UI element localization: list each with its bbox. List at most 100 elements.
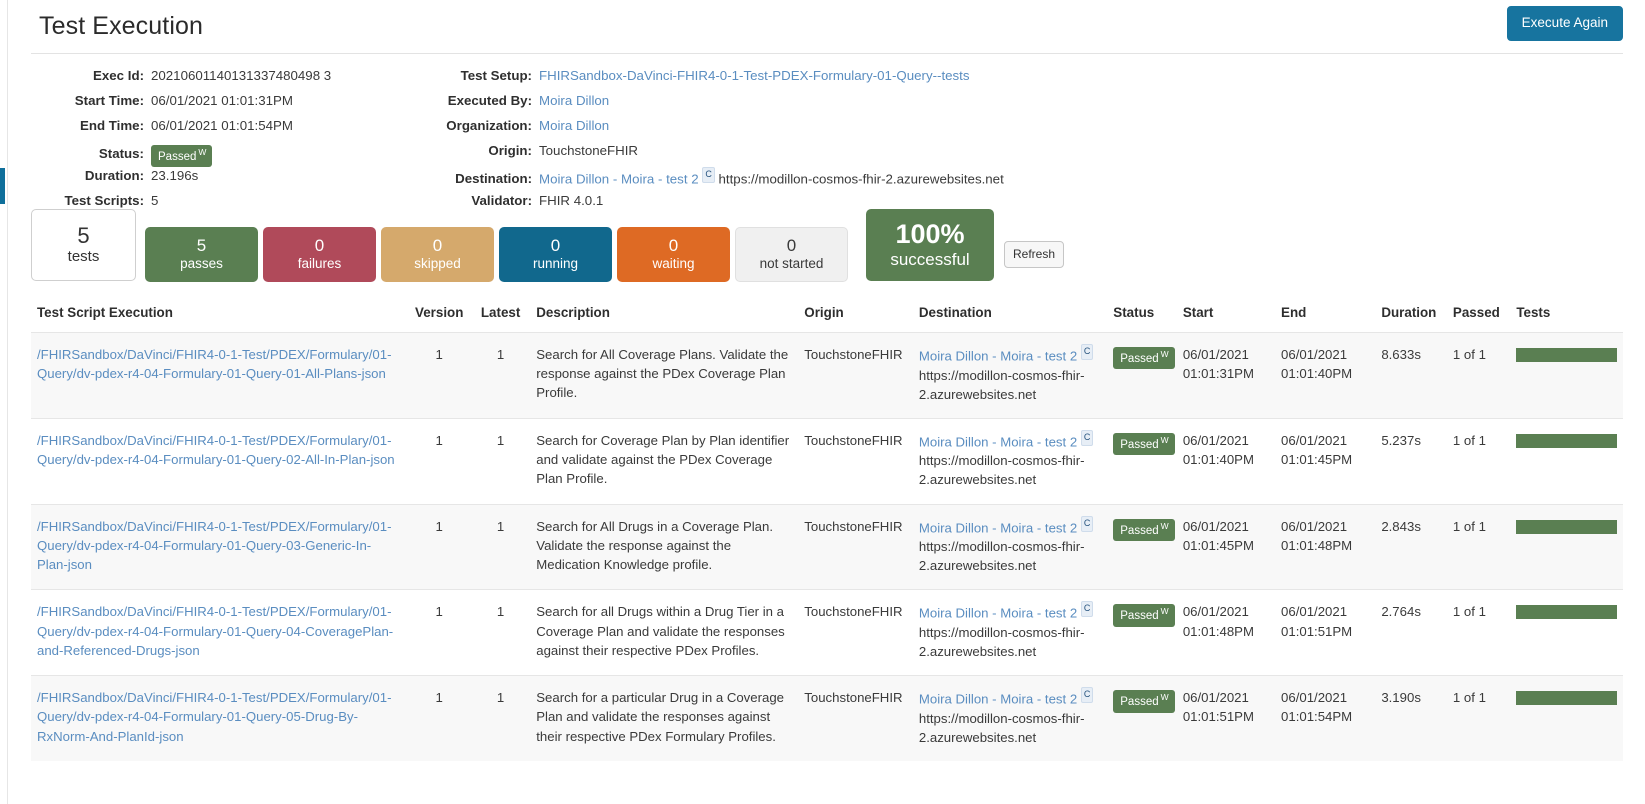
status-badge-superscript: W: [1160, 434, 1169, 445]
detail-value: TouchstoneFHIR: [539, 143, 639, 158]
passed-cell: 1 of 1: [1446, 675, 1511, 762]
stat-box-failures[interactable]: 0 failures: [263, 227, 376, 282]
script-path-link[interactable]: /FHIRSandbox/DaVinci/FHIR4-0-1-Test/PDEX…: [37, 347, 391, 381]
status-badge[interactable]: Passed W: [1113, 347, 1175, 370]
end-time: 01:01:48PM: [1281, 537, 1353, 553]
detail-label: Status:: [98, 145, 144, 161]
detail-link[interactable]: Moira Dillon: [539, 93, 609, 108]
start-date: 06/01/2021: [1182, 518, 1249, 534]
start-time: 01:01:40PM: [1182, 451, 1254, 467]
conformance-chip-icon[interactable]: C: [1080, 687, 1094, 704]
detail-link[interactable]: Moira Dillon: [539, 118, 609, 133]
detail-label: Exec Id:: [93, 68, 144, 83]
duration-cell: 2.764s: [1375, 589, 1447, 676]
status-badge[interactable]: Passed W: [1113, 604, 1175, 627]
column-header[interactable]: Passed: [1447, 299, 1510, 333]
stat-box-notstarted[interactable]: 0 not started: [735, 227, 848, 282]
stat-box-passes[interactable]: 5 passes: [145, 227, 258, 282]
start-cell: 06/01/2021 01:01:48PM: [1176, 589, 1276, 676]
column-header[interactable]: Destination: [913, 299, 1107, 333]
detail-link[interactable]: FHIRSandbox-DaVinci-FHIR4-0-1-Test-PDEX-…: [539, 68, 970, 83]
description-cell: Search for All Drugs in a Coverage Plan.…: [530, 503, 799, 590]
stat-value: 100%: [895, 218, 965, 249]
stat-box-waiting[interactable]: 0 waiting: [617, 227, 730, 282]
status-cell: Passed W: [1107, 417, 1177, 505]
script-path-link[interactable]: /FHIRSandbox/DaVinci/FHIR4-0-1-Test/PDEX…: [37, 433, 395, 467]
column-header[interactable]: Duration: [1375, 299, 1447, 333]
detail-value: Moira Dillon: [539, 93, 609, 108]
latest-cell: 1: [470, 675, 531, 762]
latest-cell: 1: [470, 417, 531, 505]
column-header[interactable]: Start: [1177, 299, 1275, 333]
column-header[interactable]: Origin: [798, 299, 913, 333]
table-row: /FHIRSandbox/DaVinci/FHIR4-0-1-Test/PDEX…: [31, 675, 1623, 762]
column-header[interactable]: End: [1275, 299, 1375, 333]
detail-label: Test Scripts:: [64, 193, 144, 208]
status-cell: Passed W: [1107, 503, 1177, 590]
stat-box-pct[interactable]: 100% successful: [866, 209, 994, 281]
execution-details: Exec Id: 20210601140131337480498 3 Start T…: [31, 54, 1623, 209]
status-badge[interactable]: Passed W: [1113, 432, 1175, 456]
stat-label: tests: [67, 248, 100, 266]
conformance-chip-icon[interactable]: C: [1080, 515, 1094, 532]
detail-label: Validator:: [471, 193, 532, 208]
stat-box-tests[interactable]: 5 tests: [31, 209, 136, 281]
duration-cell: 3.190s: [1375, 675, 1447, 762]
destination-cell: Moira Dillon - Moira - test 2 C https://…: [912, 332, 1108, 419]
column-header[interactable]: Description: [530, 299, 798, 333]
destination-link[interactable]: Moira Dillon - Moira - test 2: [539, 171, 699, 186]
passed-cell: 1 of 1: [1446, 332, 1511, 419]
column-header[interactable]: Status: [1107, 299, 1177, 333]
script-path-link[interactable]: /FHIRSandbox/DaVinci/FHIR4-0-1-Test/PDEX…: [37, 519, 391, 572]
destination-url: https://modillon-cosmos-fhir-2.azurewebs…: [918, 539, 1085, 574]
conformance-chip-icon[interactable]: C: [1080, 429, 1094, 446]
stat-label: not started: [759, 255, 824, 271]
start-cell: 06/01/2021 01:01:51PM: [1176, 675, 1276, 762]
column-header[interactable]: Version: [408, 299, 471, 333]
detail-value: Moira Dillon: [539, 118, 609, 133]
tests-progress-cell: [1510, 417, 1623, 505]
destination-link[interactable]: Moira Dillon - Moira - test 2: [919, 434, 1077, 449]
stat-box-skipped[interactable]: 0 skipped: [381, 227, 494, 282]
origin-cell: TouchstoneFHIR: [798, 589, 913, 676]
stat-value: 0: [550, 236, 561, 256]
stat-boxes: 5 tests 5 passes 0 failures 0 skipped 0 running 0 w…: [31, 209, 1623, 295]
status-badge-superscript: W: [1160, 520, 1169, 531]
stat-box-running[interactable]: 0 running: [499, 227, 612, 282]
detail-label: Destination:: [455, 171, 532, 187]
detail-value: 06/01/2021 01:01:31PM: [151, 93, 293, 108]
end-cell: 06/01/2021 01:01:54PM: [1275, 675, 1376, 762]
left-edge-tab[interactable]: [0, 168, 5, 204]
destination-link[interactable]: Moira Dillon - Moira - test 2: [919, 606, 1077, 621]
refresh-button[interactable]: Refresh: [1004, 241, 1065, 268]
table-row: /FHIRSandbox/DaVinci/FHIR4-0-1-Test/PDEX…: [31, 503, 1623, 590]
tests-progress-track: [1516, 433, 1617, 448]
status-badge: Passed W: [151, 143, 213, 168]
conformance-chip-icon[interactable]: C: [1080, 344, 1094, 360]
column-header[interactable]: Test Script Execution: [31, 299, 408, 333]
tests-progress-cell: [1510, 332, 1623, 419]
execute-again-button[interactable]: Execute Again: [1506, 6, 1623, 41]
stat-label: waiting: [652, 255, 695, 271]
status-badge[interactable]: Passed W: [1113, 690, 1175, 713]
column-header[interactable]: Tests: [1510, 299, 1623, 333]
status-badge[interactable]: Passed W: [1113, 518, 1175, 541]
destination-link[interactable]: Moira Dillon - Moira - test 2: [919, 520, 1077, 535]
destination-link[interactable]: Moira Dillon - Moira - test 2: [919, 348, 1077, 363]
column-header[interactable]: Latest: [471, 299, 530, 333]
end-cell: 06/01/2021 01:01:48PM: [1275, 503, 1376, 590]
destination-link[interactable]: Moira Dillon - Moira - test 2: [919, 692, 1077, 707]
destination-url: https://modillon-cosmos-fhir-2.azurewebs…: [718, 171, 1004, 187]
script-path-link[interactable]: /FHIRSandbox/DaVinci/FHIR4-0-1-Test/PDEX…: [37, 604, 393, 657]
detail-row: Start Time: 06/01/2021 01:01:31PM: [31, 93, 431, 118]
end-cell: 06/01/2021 01:01:51PM: [1275, 589, 1376, 676]
conformance-chip-icon[interactable]: C: [702, 167, 715, 183]
start-cell: 06/01/2021 01:01:40PM: [1176, 417, 1276, 505]
duration-cell: 2.843s: [1375, 503, 1447, 590]
conformance-chip-icon[interactable]: C: [1080, 601, 1094, 618]
end-time: 01:01:54PM: [1281, 709, 1353, 725]
passed-cell: 1 of 1: [1446, 503, 1511, 590]
destination-url: https://modillon-cosmos-fhir-2.azurewebs…: [918, 367, 1085, 402]
script-path-link[interactable]: /FHIRSandbox/DaVinci/FHIR4-0-1-Test/PDEX…: [37, 690, 391, 743]
start-date: 06/01/2021: [1182, 347, 1249, 362]
